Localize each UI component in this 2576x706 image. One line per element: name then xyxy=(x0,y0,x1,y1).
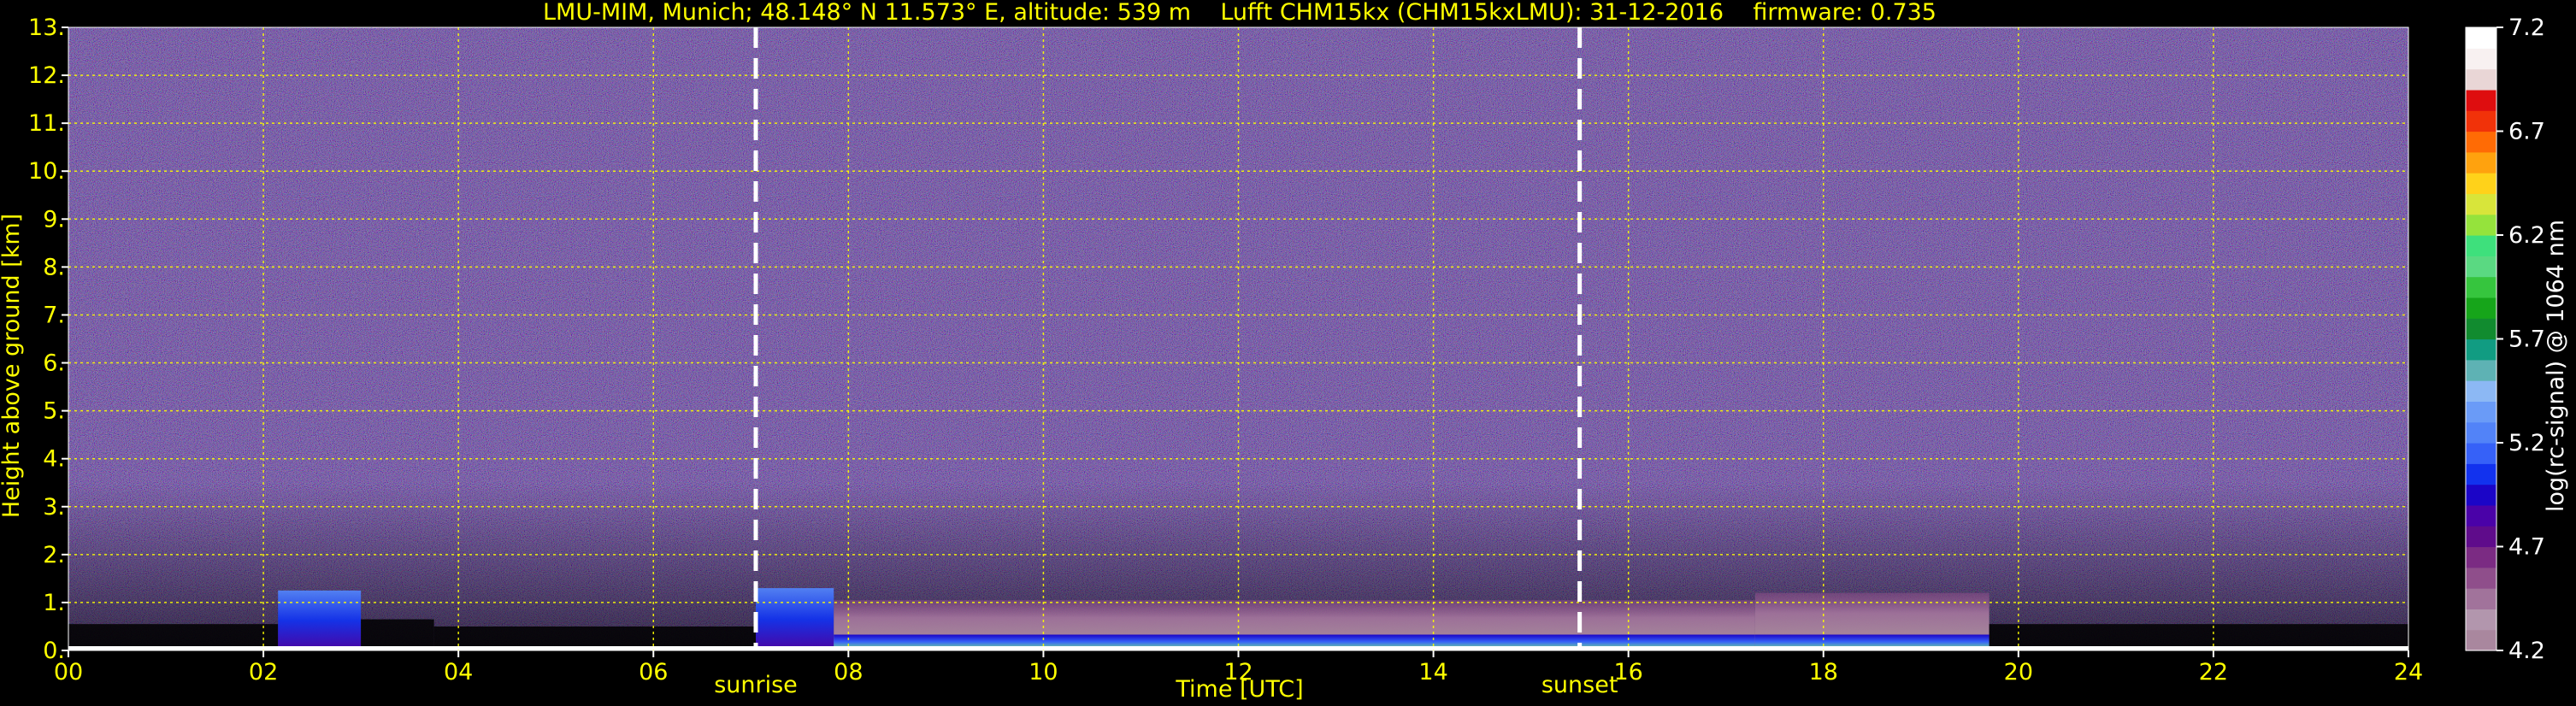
colorbar-swatch xyxy=(2466,588,2496,609)
colorbar-swatch xyxy=(2466,27,2496,49)
colorbar-tick-label: 4.7 xyxy=(2508,534,2545,561)
x-tick-label: 22 xyxy=(2199,659,2228,685)
y-tick-label: 8. xyxy=(43,254,65,280)
colorbar-tick-label: 7.2 xyxy=(2508,15,2545,41)
y-tick-label: 4. xyxy=(43,446,65,473)
sunrise-label: sunrise xyxy=(714,672,798,698)
colorbar-tick-label: 5.7 xyxy=(2508,327,2545,353)
x-tick-label: 08 xyxy=(834,659,863,685)
colorbar-swatch xyxy=(2466,526,2496,548)
colorbar-swatch xyxy=(2466,256,2496,278)
colorbar-swatch xyxy=(2466,629,2496,651)
y-tick-label: 9. xyxy=(43,206,65,232)
colorbar-swatch xyxy=(2466,318,2496,340)
colorbar-swatch xyxy=(2466,463,2496,485)
colorbar-swatch xyxy=(2466,338,2496,361)
y-tick-label: 7. xyxy=(43,302,65,328)
boundary-layer-segment xyxy=(361,619,434,650)
colorbar-tick-label: 5.2 xyxy=(2508,430,2545,456)
boundary-layer-segment xyxy=(755,588,834,650)
colorbar-swatch xyxy=(2466,48,2496,70)
y-axis-label: Height above ground [km] xyxy=(0,214,25,518)
y-tick-label: 12. xyxy=(28,62,65,89)
colorbar: 4.2 4.7 5.2 5.7 6.2 6.7 7.2 xyxy=(2465,15,2545,664)
y-tick-label: 13. xyxy=(28,15,65,41)
colorbar-swatch xyxy=(2466,484,2496,506)
colorbar-swatch xyxy=(2466,443,2496,464)
x-tick-label: 20 xyxy=(2004,659,2033,685)
x-tick-label: 18 xyxy=(1809,659,1838,685)
x-tick-label: 02 xyxy=(249,659,278,685)
colorbar-tick-label: 6.2 xyxy=(2508,222,2545,249)
x-tick-label: 14 xyxy=(1418,659,1447,685)
y-axis: 0. 1. 2. 3. 4. 5. 6. 7. 8. 9. 10. 11. 12. 13. xyxy=(28,15,68,664)
colorbar-label: log(rc-signal) @ 1064 nm xyxy=(2543,220,2569,512)
colorbar-swatch xyxy=(2466,609,2496,631)
colorbar-swatch xyxy=(2466,504,2496,527)
colorbar-tick-label: 4.2 xyxy=(2508,638,2545,664)
y-tick-label: 10. xyxy=(28,158,65,185)
colorbar-tick-label: 6.7 xyxy=(2508,119,2545,145)
colorbar-swatch xyxy=(2466,276,2496,298)
x-tick-label: 10 xyxy=(1029,659,1058,685)
colorbar-swatch xyxy=(2466,193,2496,215)
x-axis-label: Time [UTC] xyxy=(1175,676,1303,703)
y-tick-label: 5. xyxy=(43,398,65,425)
colorbar-swatch xyxy=(2466,359,2496,381)
boundary-layer-segment xyxy=(278,590,362,650)
chart-title: LMU-MIM, Munich; 48.148° N 11.573° E, al… xyxy=(543,0,1936,26)
sunset-label: sunset xyxy=(1541,672,1618,698)
colorbar-swatch xyxy=(2466,151,2496,174)
colorbar-swatch xyxy=(2466,421,2496,444)
colorbar-swatch xyxy=(2466,235,2496,256)
y-tick-label: 6. xyxy=(43,350,65,377)
x-tick-label: 04 xyxy=(444,659,473,685)
colorbar-swatch xyxy=(2466,546,2496,568)
colorbar-swatch xyxy=(2466,380,2496,402)
y-tick-label: 3. xyxy=(43,494,65,521)
colorbar-swatch xyxy=(2466,214,2496,236)
x-tick-label: 06 xyxy=(639,659,668,685)
colorbar-swatch xyxy=(2466,68,2496,91)
colorbar-swatch xyxy=(2466,110,2496,132)
colorbar-swatch xyxy=(2466,131,2496,153)
x-tick-label: 24 xyxy=(2394,659,2423,685)
colorbar-swatch xyxy=(2466,89,2496,111)
colorbar-swatch xyxy=(2466,297,2496,319)
y-tick-label: 0. xyxy=(43,638,65,664)
y-tick-label: 2. xyxy=(43,542,65,568)
colorbar-swatch xyxy=(2466,567,2496,589)
colorbar-swatch xyxy=(2466,401,2496,423)
y-tick-label: 11. xyxy=(28,110,65,137)
colorbar-swatch xyxy=(2466,173,2496,194)
lidar-chart: sunrise sunset 00 02 04 06 08 10 12 14 16 18 20 22 24… xyxy=(0,0,2569,703)
y-tick-label: 1. xyxy=(43,590,65,616)
x-tick-label: 16 xyxy=(1613,659,1642,685)
